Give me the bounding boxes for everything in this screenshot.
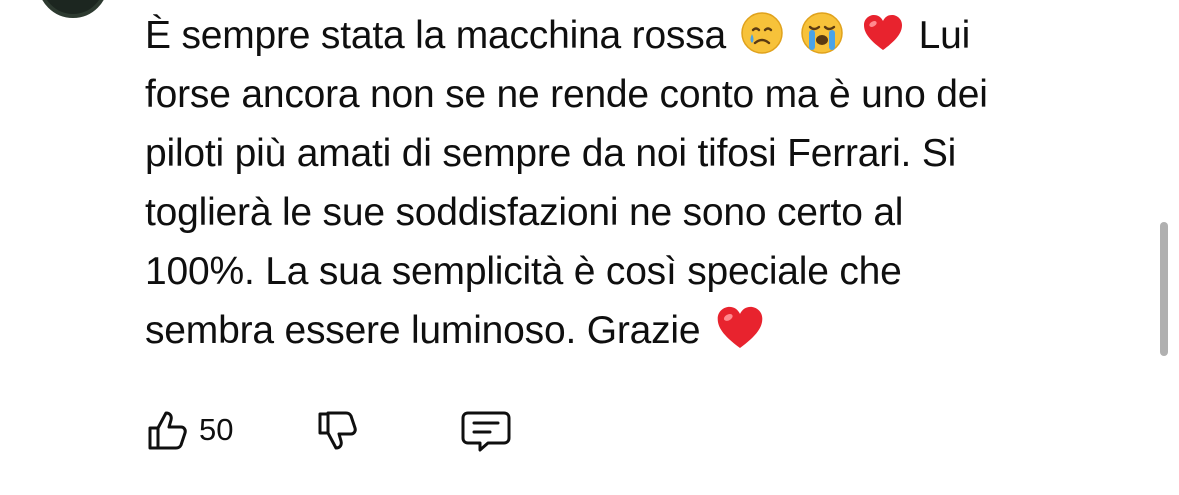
reply-icon (461, 411, 511, 452)
dislike-button[interactable] (315, 405, 361, 455)
comment-line: piloti più amati di sempre da noi tifosi… (145, 132, 957, 175)
avatar[interactable] (38, 0, 108, 18)
crying-face-emoji (740, 12, 783, 54)
thumbs-up-icon (148, 411, 187, 450)
like-count: 50 (199, 412, 234, 447)
comment-line: sembra essere luminoso. Grazie (145, 301, 1105, 360)
comment-line: 100%. La sua semplicità è così speciale … (145, 250, 902, 293)
loudly-crying-face-emoji (801, 12, 844, 54)
red-heart-emoji (863, 15, 902, 50)
scrollbar[interactable] (1160, 222, 1168, 356)
red-heart-emoji (717, 306, 763, 348)
comment-line: forse ancora non se ne rende conto ma è … (145, 73, 988, 116)
comment-line: È sempre stata la macchina rossa Lui (145, 6, 1105, 65)
like-button[interactable]: 50 (145, 405, 233, 455)
comment-text-segment: Lui (918, 14, 971, 57)
reply-button[interactable] (460, 405, 512, 455)
comment-text: È sempre stata la macchina rossa Lui for… (145, 6, 1105, 360)
thumbs-down-icon (318, 411, 357, 450)
comment-text-segment: sembra essere luminoso. Grazie (145, 309, 701, 352)
comment-line: toglierà le sue soddisfazioni ne sono ce… (145, 191, 904, 234)
comment-text-segment: È sempre stata la macchina rossa (145, 14, 727, 57)
